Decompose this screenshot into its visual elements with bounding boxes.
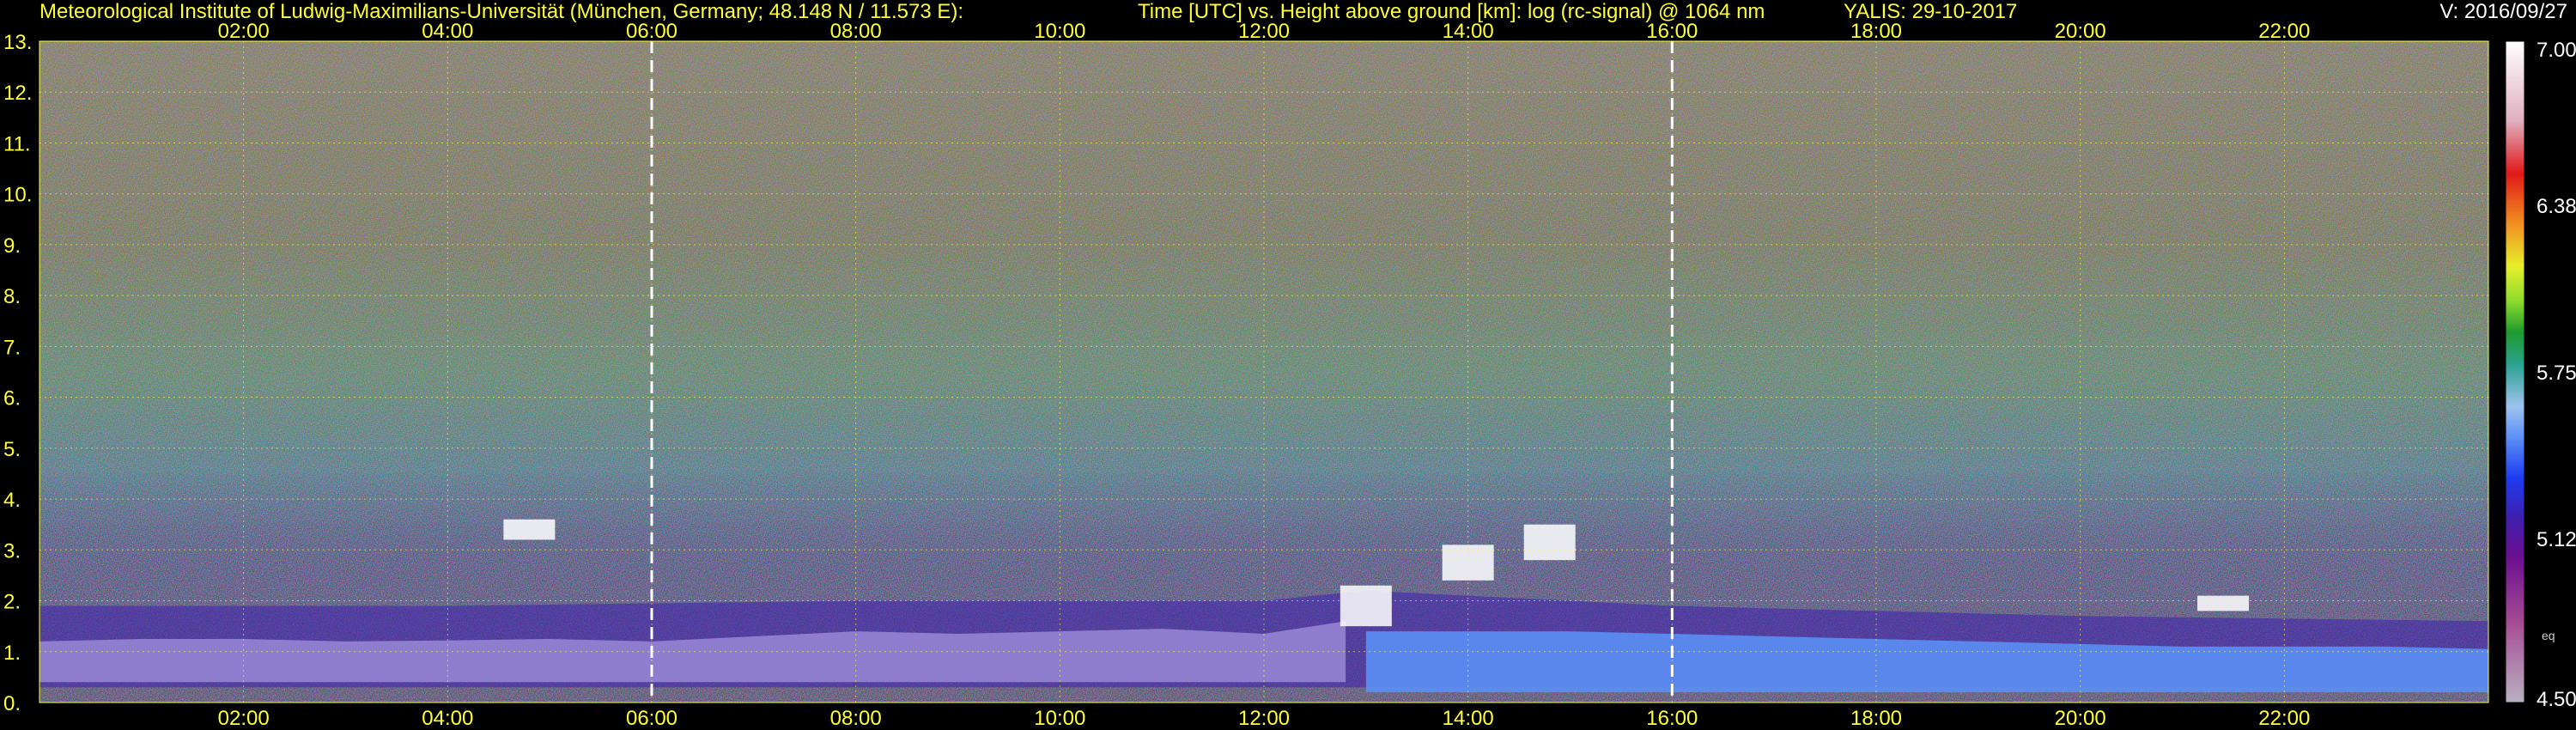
colorbar-note: eq — [2542, 629, 2555, 642]
x-tick-label-bottom: 12:00 — [1238, 707, 1290, 730]
x-tick-label-top: 12:00 — [1238, 20, 1290, 43]
y-tick-label: 3. — [3, 539, 21, 563]
y-tick-label: 8. — [3, 285, 21, 308]
x-tick-label-top: 08:00 — [830, 20, 882, 43]
chart-area: 02:00 02:00 04:00 04:00 06:00 06:00 08:00 08:00… — [3, 20, 2576, 730]
colorbar-scale — [2505, 40, 2525, 703]
x-tick-label-top: 20:00 — [2055, 20, 2106, 43]
x-tick-label-bottom: 14:00 — [1443, 707, 1494, 730]
x-tick-label-bottom: 16:00 — [1646, 707, 1698, 730]
y-tick-label: 10. — [3, 184, 32, 207]
y-tick-label: 7. — [3, 336, 21, 359]
elevated-layer-segment — [1340, 585, 1392, 627]
x-tick-label-bottom: 10:00 — [1034, 707, 1085, 730]
x-tick-label-top: 14:00 — [1443, 20, 1494, 43]
x-tick-label-bottom: 18:00 — [1850, 707, 1902, 730]
lidar-quicklook: Meteorological Institute of Ludwig-Maxim… — [0, 0, 2576, 730]
elevated-layer-segment — [503, 519, 556, 540]
x-tick-label-top: 22:00 — [2258, 20, 2310, 43]
x-tick-label-top: 04:00 — [422, 20, 473, 43]
y-tick-label: 1. — [3, 642, 21, 665]
y-tick-label: 5. — [3, 438, 21, 461]
y-tick-label: 13. — [3, 31, 32, 54]
y-tick-label: 2. — [3, 591, 21, 614]
x-tick-label-bottom: 08:00 — [830, 707, 882, 730]
x-tick-label-top: 10:00 — [1034, 20, 1085, 43]
x-tick-label-bottom: 22:00 — [2258, 707, 2310, 730]
x-tick-label-bottom: 20:00 — [2055, 707, 2106, 730]
y-tick-label: 6. — [3, 387, 21, 411]
x-tick-label-top: 02:00 — [218, 20, 270, 43]
colorbar: 7.00 6.38 5.75 5.12 4.50 eq — [2505, 39, 2576, 711]
colorbar-tick-label: 7.00 — [2537, 39, 2576, 62]
y-tick-label: 0. — [3, 692, 21, 715]
x-tick-label-top: 16:00 — [1646, 20, 1698, 43]
y-tick-label: 9. — [3, 234, 21, 258]
x-tick-label-bottom: 02:00 — [218, 707, 270, 730]
elevated-layer-segment — [1523, 524, 1576, 561]
colorbar-tick-label: 5.12 — [2537, 528, 2576, 551]
colorbar-tick-label: 4.50 — [2537, 688, 2576, 711]
x-tick-label-top: 06:00 — [626, 20, 677, 43]
y-tick-label: 4. — [3, 489, 21, 512]
x-tick-label-bottom: 06:00 — [626, 707, 677, 730]
y-tick-label: 11. — [3, 132, 31, 155]
colorbar-tick-label: 6.38 — [2537, 195, 2576, 218]
y-tick-label: 12. — [3, 82, 32, 105]
x-tick-label-top: 18:00 — [1850, 20, 1902, 43]
elevated-layer-segment — [2197, 595, 2250, 611]
colorbar-tick-label: 5.75 — [2537, 362, 2576, 385]
x-tick-label-bottom: 04:00 — [422, 707, 473, 730]
